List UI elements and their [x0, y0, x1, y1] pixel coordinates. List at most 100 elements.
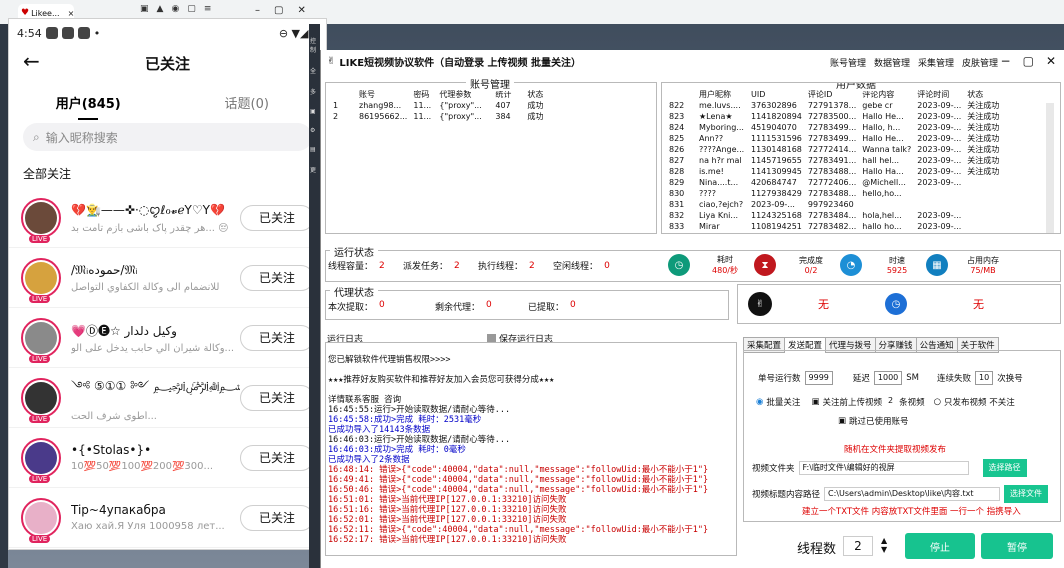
table-cell: Liya Kni... — [699, 211, 739, 220]
only-video-radio[interactable]: ○ — [934, 397, 941, 407]
table-row[interactable]: 827 na h?r mal 1145719655 72783491... hall h… — [666, 155, 1014, 166]
following-button[interactable]: 已关注 — [240, 504, 314, 531]
table-row[interactable]: 1 zhang98... 11... {"proxy"... 407 成功 — [330, 100, 564, 111]
folder-input[interactable]: F:\临时文件\编辑好的视屏 — [798, 461, 969, 475]
app-window: ✌ LIKE短视频协议软件（自动登录 上传视频 批量关注） 账号管理 数据管理 采集管… — [320, 50, 1064, 568]
table-row[interactable]: 826 ????Ange... 1130148168 72772414... Wanna… — [666, 144, 1014, 155]
column-header[interactable] — [330, 89, 356, 100]
close-icon[interactable]: ✕ — [1046, 54, 1056, 68]
avatar[interactable]: LIVE — [21, 497, 61, 543]
column-header[interactable]: 状态 — [964, 89, 1014, 100]
upload-checkbox[interactable]: ▣ — [811, 397, 819, 407]
list-item[interactable]: LIVE Tip~4упакабра Хаю хай.Я Уля 1000958 л… — [9, 488, 326, 548]
scrollbar[interactable] — [1046, 103, 1054, 233]
choose-file-button[interactable]: 选择文件 — [1004, 485, 1049, 503]
skip-used-checkbox[interactable]: ▣ — [838, 416, 846, 426]
table-row[interactable]: 2 86195662... 11... {"proxy"... 384 成功 — [330, 111, 564, 122]
table-row[interactable]: 829 Nina....t... 420684747 72772406... @Mich… — [666, 177, 1014, 188]
avatar[interactable]: LIVE — [21, 377, 61, 423]
choose-path-button[interactable]: 选择路径 — [982, 459, 1027, 477]
menu-item[interactable]: 账号管理 — [830, 56, 866, 69]
list-item[interactable]: LIVE 💗Ⓓ🅔☆ وكيل دلدار وكالة شيران الي حابب … — [9, 308, 326, 368]
table-row[interactable]: 832 Liya Kni... 1124325168 72783484... hola,… — [666, 210, 1014, 221]
column-header[interactable]: 账号 — [356, 89, 410, 100]
tab-topics[interactable]: 话题(0) — [168, 93, 327, 112]
menu-item[interactable]: 数据管理 — [874, 56, 910, 69]
column-header[interactable]: 用户昵称 — [696, 89, 748, 100]
avatar[interactable]: LIVE — [21, 197, 61, 243]
app-bar: ← 已关注 — [9, 47, 326, 81]
stop-button[interactable]: 停止 — [905, 533, 975, 559]
table-cell: @Michell... — [862, 178, 906, 187]
table-cell: 827 — [669, 156, 685, 165]
following-button[interactable]: 已关注 — [240, 384, 314, 411]
log-panel[interactable]: 您已解锁软件代理销售权限>>>> ★★★推荐好友购买软件和推荐好友加入会员您可获得… — [325, 342, 737, 556]
table-row[interactable]: 822 me.luvs.... 376302896 72791378... gebe c… — [666, 100, 1014, 111]
log-line: 16:49:41: 错误>{"code":40004,"data":null,"… — [328, 475, 709, 485]
record-icon[interactable]: ◉ — [171, 4, 179, 14]
list-item[interactable]: LIVE •{•Stolas•}• 10💯50💯100💯200💯300... 已关注 — [9, 428, 326, 488]
live-badge: LIVE — [29, 414, 51, 423]
delay-input[interactable]: 1000 — [873, 371, 903, 385]
search-input[interactable]: ⌕ 输入昵称搜索 — [23, 123, 312, 151]
batch-follow-radio[interactable]: ◉ — [756, 397, 763, 407]
table-cell: {"proxy"... — [439, 101, 482, 110]
list-item[interactable]: LIVE 💔👨‍🌾——✜·◌ꨄℓℴ𝓿ℯY♡Y💔 هر چقدر پاک باشی ب… — [9, 188, 326, 248]
screen-icon[interactable]: ▢ — [187, 4, 196, 14]
avatar[interactable]: LIVE — [21, 257, 61, 303]
restore-icon[interactable]: ▢ — [274, 5, 283, 16]
table-row[interactable]: 833 Mirar 1108194251 72783482... hallo ho...… — [666, 221, 1014, 232]
list-item[interactable]: LIVE/𝔐ᵢحموده/𝔐ᵢ للانضمام الى وكالة الكفاو… — [9, 248, 326, 308]
table-cell: 1145719655 — [751, 156, 802, 165]
column-header[interactable]: 评论时间 — [914, 89, 964, 100]
spinner-arrows-icon[interactable]: ▲ ▼ — [881, 536, 887, 554]
avatar[interactable]: LIVE — [21, 317, 61, 363]
run-count-input[interactable]: 9999 — [804, 371, 833, 385]
live-badge: LIVE — [29, 234, 51, 243]
menu-item[interactable]: 采集管理 — [918, 56, 954, 69]
table-cell: Wanna talk? — [862, 145, 912, 154]
table-cell: Myboring... — [699, 123, 744, 132]
table-cell: 2023-09-... — [917, 134, 962, 143]
table-cell: 1141309945 — [751, 167, 802, 176]
log-line: 16:52:17: 错误>当前代理IP[127.0.0.1:33210]访问失败 — [328, 535, 567, 545]
column-header[interactable]: 密码 — [410, 89, 436, 100]
table-row[interactable]: 830???? 1127938429 72783488... hello,ho... — [666, 188, 1014, 199]
title-path-input[interactable]: C:\Users\admin\Desktop\like\内容.txt — [824, 487, 1001, 501]
column-header[interactable] — [666, 89, 696, 100]
column-header[interactable]: UID — [748, 89, 805, 100]
minimize-icon[interactable]: − — [1001, 54, 1011, 68]
thread-count-input[interactable]: 2 — [843, 536, 873, 556]
table-cell: hola,hel... — [862, 211, 902, 220]
table-cell: Hallo He... — [862, 134, 904, 143]
table-cell: 1130148168 — [751, 145, 802, 154]
tab-users[interactable]: 用户(845) — [9, 93, 168, 120]
menu-item[interactable]: 皮肤管理 — [962, 56, 998, 69]
table-row[interactable]: 828 is.me! 1141309945 72783488... Hallo Ha..… — [666, 166, 1014, 177]
table-row[interactable]: 824 Myboring... 451904070 72783499... Hallo,… — [666, 122, 1014, 133]
following-button[interactable]: 已关注 — [240, 324, 314, 351]
maximize-icon[interactable]: ▢ — [1023, 54, 1034, 68]
users-table: 用户昵称 UID 评论ID 评论内容 评论时间 状态 822 me.luvs.... 37630… — [666, 89, 1014, 232]
table-row[interactable]: 831 ciao,?ejch? 2023-09-... 997923460 — [666, 199, 1014, 210]
close-icon[interactable]: ✕ — [297, 5, 305, 16]
table-cell: 825 — [669, 134, 685, 143]
minimize-icon[interactable]: – — [255, 5, 260, 16]
pause-button[interactable]: 暂停 — [981, 533, 1053, 559]
table-row[interactable]: 823 ★Lena★ 1141820894 72783500... Hallo He..… — [666, 111, 1014, 122]
column-header[interactable]: 状态 — [524, 89, 564, 100]
following-button[interactable]: 已关注 — [240, 204, 314, 231]
menu-icon[interactable]: ≡ — [204, 4, 212, 14]
clock: 4:54 — [17, 26, 42, 40]
app-icon[interactable]: ▣ — [140, 4, 149, 14]
avatar[interactable]: LIVE — [21, 437, 61, 483]
close-icon[interactable]: × — [68, 9, 75, 18]
fail-input[interactable]: 10 — [975, 371, 994, 385]
table-cell: ???? — [699, 189, 716, 198]
list-item[interactable]: LIVE ༺ ⑤①① ༻ ﷽ سكدان ...د أطوى شرف الحت...… — [9, 368, 326, 428]
speedometer-icon: ◔ — [840, 254, 862, 276]
pin-icon[interactable]: ▲ — [157, 4, 164, 14]
following-button[interactable]: 已关注 — [240, 264, 314, 291]
following-button[interactable]: 已关注 — [240, 444, 314, 471]
table-row[interactable]: 825 Ann?? 1111531596 72783499... Hallo He...… — [666, 133, 1014, 144]
